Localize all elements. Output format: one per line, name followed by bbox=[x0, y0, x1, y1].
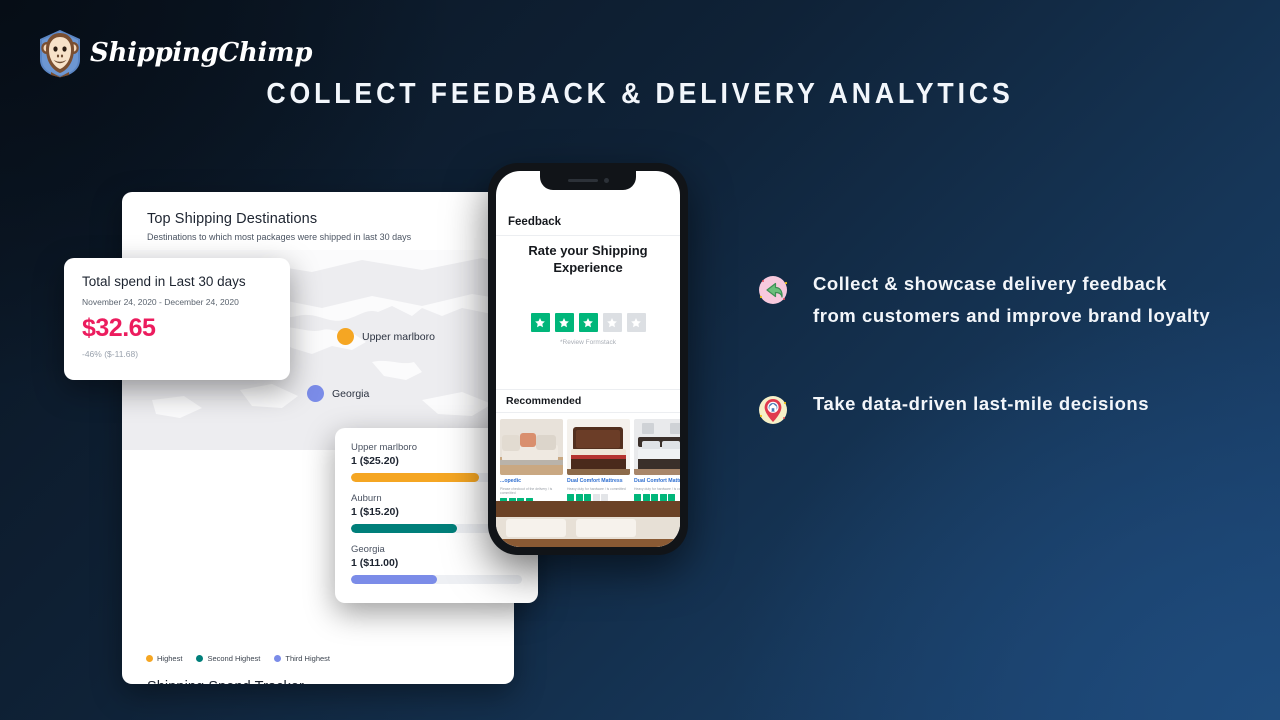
product-name: Dual Comfort Mattress bbox=[567, 478, 623, 484]
map-dot-icon bbox=[337, 328, 354, 345]
bar-row: Georgia 1 ($11.00) bbox=[351, 544, 522, 584]
product-image bbox=[500, 419, 563, 475]
feature-text: Take data-driven last-mile decisions bbox=[813, 392, 1150, 414]
star-icon-filled bbox=[575, 493, 583, 501]
phone-mockup: Feedback Rate your Shipping Experience *… bbox=[488, 163, 688, 555]
map-dot-icon bbox=[307, 385, 324, 402]
star-icon-filled bbox=[659, 493, 667, 501]
recommended-products[interactable]: ...opedic Please checkout of the deliver… bbox=[496, 419, 680, 506]
brand-logo: ShippingChimp bbox=[36, 28, 312, 78]
map-legend: Highest Second Highest Third Highest bbox=[146, 654, 330, 663]
map-pin-home-icon bbox=[755, 392, 791, 428]
total-spend-card: Total spend in Last 30 days November 24,… bbox=[64, 258, 290, 380]
product-card[interactable]: Dual Comfort Mattress Heavy duty for har… bbox=[634, 419, 680, 505]
bar-fill bbox=[351, 575, 437, 584]
product-rating bbox=[567, 493, 630, 501]
speaker-icon bbox=[567, 178, 598, 183]
total-spend-change: -46% ($-11.68) bbox=[82, 349, 139, 359]
legend-swatch-icon bbox=[274, 655, 282, 662]
phone-notch bbox=[540, 171, 636, 190]
bar-fill bbox=[351, 473, 480, 482]
product-name: Dual Comfort Mattress bbox=[634, 478, 680, 484]
destinations-header: Top Shipping Destinations Destinations t… bbox=[147, 211, 411, 242]
total-spend-amount: $32.65 bbox=[82, 314, 156, 342]
legend-item-third-highest: Third Highest bbox=[274, 654, 330, 663]
total-spend-date-range: November 24, 2020 - December 24, 2020 bbox=[82, 297, 239, 307]
star-icon-filled[interactable] bbox=[554, 313, 574, 332]
product-image bbox=[567, 419, 630, 475]
map-point-georgia[interactable]: Georgia bbox=[307, 385, 369, 402]
review-source-note: *Review Formstack bbox=[560, 339, 616, 346]
total-spend-title: Total spend in Last 30 days bbox=[82, 274, 246, 289]
star-icon-filled bbox=[651, 493, 658, 501]
feedback-header: Feedback bbox=[496, 209, 680, 236]
page-title: COLLECT FEEDBACK & DELIVERY ANALYTICS bbox=[266, 78, 1014, 110]
star-icon-filled[interactable] bbox=[578, 313, 598, 332]
destinations-title: Top Shipping Destinations bbox=[147, 211, 318, 227]
feature-text: Collect & showcase delivery feedback fro… bbox=[813, 273, 1211, 326]
camera-icon bbox=[603, 178, 609, 183]
legend-label: Third Highest bbox=[285, 654, 330, 663]
product-rating bbox=[634, 493, 680, 501]
star-icon-empty bbox=[592, 493, 600, 501]
brand-name: ShippingChimp bbox=[90, 38, 313, 68]
star-icon-filled bbox=[584, 493, 591, 501]
map-point-label: Upper marlboro bbox=[362, 330, 435, 343]
dashboard-mockup: Top Shipping Destinations Destinations t… bbox=[64, 192, 538, 684]
rating-stars[interactable] bbox=[496, 313, 680, 332]
bar-value: 1 ($11.00) bbox=[351, 557, 399, 569]
phone-screen: Feedback Rate your Shipping Experience *… bbox=[496, 171, 680, 547]
star-icon-filled bbox=[668, 493, 675, 501]
product-card[interactable]: Dual Comfort Mattress Heavy duty for har… bbox=[567, 419, 630, 505]
rate-experience-title: Rate your Shipping Experience bbox=[528, 243, 648, 275]
chimp-logo-icon bbox=[36, 28, 84, 78]
bar-track bbox=[351, 575, 522, 584]
legend-item-second-highest: Second Highest bbox=[196, 654, 260, 663]
legend-label: Second Highest bbox=[207, 654, 261, 663]
bar-fill bbox=[351, 524, 458, 533]
tracker-title: Shipping Spend Tracker bbox=[147, 679, 304, 684]
legend-swatch-icon bbox=[146, 655, 153, 662]
star-icon-filled[interactable] bbox=[530, 313, 550, 332]
recommended-strip-image bbox=[496, 501, 680, 547]
product-image bbox=[634, 419, 680, 475]
product-desc: Please checkout of the delivery / is com… bbox=[500, 486, 553, 495]
feature-item-last-mile: Take data-driven last-mile decisions bbox=[755, 388, 1215, 428]
product-name: ...opedic bbox=[500, 478, 522, 484]
product-desc: Heavy duty for hardware / is committed bbox=[567, 486, 626, 491]
map-point-upper-marlboro[interactable]: Upper marlboro bbox=[337, 328, 435, 345]
star-icon-filled bbox=[634, 493, 641, 501]
reply-arrow-icon bbox=[755, 272, 791, 308]
map-point-label: Georgia bbox=[332, 387, 370, 400]
star-icon-empty[interactable] bbox=[602, 313, 622, 332]
feature-list: Collect & showcase delivery feedback fro… bbox=[755, 268, 1215, 484]
star-icon-filled bbox=[567, 493, 574, 501]
recommended-header: Recommended bbox=[496, 389, 680, 413]
destinations-subtitle: Destinations to which most packages were… bbox=[147, 232, 412, 242]
star-icon-empty bbox=[601, 493, 608, 501]
legend-swatch-icon bbox=[196, 655, 204, 662]
tracker-header: Shipping Spend Tracker Day-to-Day Shippi… bbox=[147, 679, 304, 684]
product-desc: Heavy duty for hardware / is committed bbox=[634, 486, 680, 491]
feature-item-feedback: Collect & showcase delivery feedback fro… bbox=[755, 268, 1215, 332]
star-icon-empty[interactable] bbox=[626, 313, 646, 332]
legend-label: Highest bbox=[157, 654, 183, 663]
product-card[interactable]: ...opedic Please checkout of the deliver… bbox=[500, 419, 563, 506]
star-icon-filled bbox=[642, 493, 650, 501]
legend-item-highest: Highest bbox=[146, 654, 182, 663]
